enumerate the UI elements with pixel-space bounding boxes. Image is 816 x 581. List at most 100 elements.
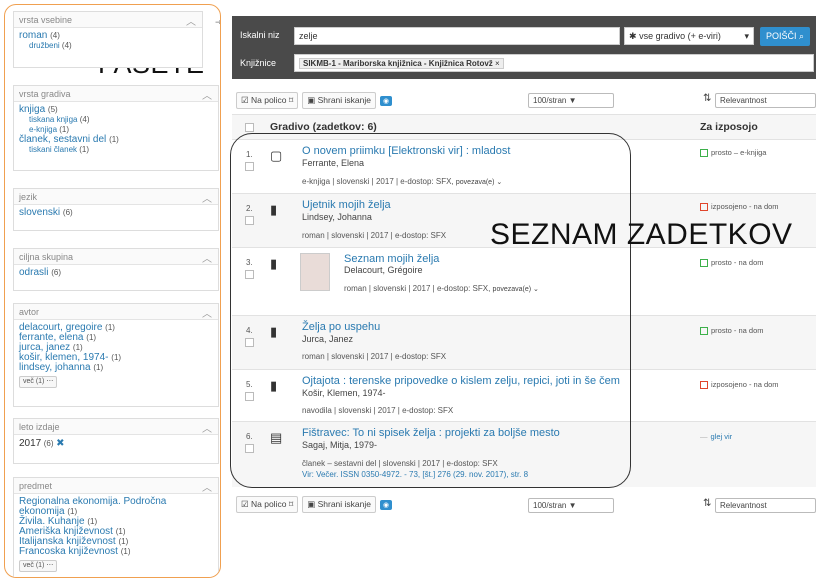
sort-select[interactable]: Relevantnost bbox=[715, 93, 816, 108]
more-button[interactable]: več (1) ⋯ bbox=[19, 376, 58, 388]
facet-header[interactable]: leto izdaje ︿ bbox=[14, 419, 218, 435]
status-badge: izposojeno - na dom bbox=[700, 202, 779, 211]
search-input[interactable]: zelje bbox=[294, 27, 620, 45]
bookmark-icon: ⌑ bbox=[288, 95, 294, 105]
status-badge: prosto - na dom bbox=[700, 258, 764, 267]
facet-item-count: (6) bbox=[51, 268, 62, 277]
facet-item-count: (4) bbox=[79, 115, 90, 124]
chevron-up-icon[interactable]: ︿ bbox=[202, 190, 212, 205]
facet-item[interactable]: Francoska književnost (1) bbox=[19, 547, 213, 557]
status-text: izposojeno - na dom bbox=[711, 202, 779, 211]
status-badge[interactable]: — glej vir bbox=[700, 432, 732, 441]
facet-item-label[interactable]: članek, sestavni del bbox=[19, 134, 106, 145]
facet-title: jezik bbox=[19, 192, 38, 202]
remove-filter-icon[interactable]: ✖ bbox=[56, 438, 64, 449]
chevron-up-icon[interactable]: ︿ bbox=[202, 420, 212, 435]
save-search-button[interactable]: ▣ Shrani iskanje bbox=[302, 496, 376, 513]
facet-subitem[interactable]: tiskani članek (1) bbox=[19, 145, 213, 155]
library-filter-input[interactable]: SIKMB-1 - Mariborska knjižnica - Knjižni… bbox=[294, 54, 814, 72]
facet-item-count: (1) bbox=[115, 527, 126, 536]
status-text: prosto - na dom bbox=[711, 258, 764, 267]
chevron-up-icon[interactable]: ︿ bbox=[186, 13, 196, 28]
facet-header[interactable]: vrsta vsebine ︿ bbox=[14, 12, 202, 28]
sort-select[interactable]: Relevantnost bbox=[715, 498, 816, 513]
facet-item-label[interactable]: tiskani članek bbox=[29, 145, 77, 154]
toolbar-bottom: ☑ Na polico ⌑ ▣ Shrani iskanje ◉ bbox=[236, 496, 393, 513]
facet-title: vrsta gradiva bbox=[19, 89, 71, 99]
more-button[interactable]: več (1) ⋯ bbox=[19, 560, 58, 572]
facets-sidebar: FASETE vrsta vsebine︿ roman (4) družbeni… bbox=[4, 4, 221, 578]
rss-icon[interactable]: ◉ bbox=[379, 95, 393, 106]
rss-icon[interactable]: ◉ bbox=[379, 499, 393, 510]
facet-header[interactable]: ciljna skupina ︿ bbox=[14, 249, 218, 265]
search-bar: Iskalni niz zelje ✱ vse gradivo (+ e-vir… bbox=[232, 16, 816, 79]
library-tag-label: SIKMB-1 - Mariborska knjižnica - Knjižni… bbox=[303, 59, 493, 68]
facet-header[interactable]: jezik ︿ bbox=[14, 189, 218, 205]
facet-item-count: (1) bbox=[59, 125, 70, 134]
add-to-shelf-button[interactable]: ☑ Na polico ⌑ bbox=[236, 496, 299, 513]
facet-item[interactable]: roman (4) bbox=[19, 31, 197, 41]
facet-item[interactable]: knjiga (5) bbox=[19, 105, 213, 115]
facet-item-label[interactable]: družbeni bbox=[29, 41, 60, 50]
facet-item-count: (5) bbox=[47, 105, 58, 114]
search-label: Iskalni niz bbox=[240, 30, 280, 40]
search-button[interactable]: POIŠČI ⌕ bbox=[760, 27, 811, 46]
facet-item-count: (1) bbox=[86, 333, 97, 342]
facet-item-count: (6) bbox=[43, 439, 54, 448]
status-icon bbox=[700, 326, 708, 335]
facet-year: leto izdaje ︿ 2017 (6) ✖ bbox=[13, 418, 219, 464]
save-search-button[interactable]: ▣ Shrani iskanje bbox=[302, 92, 376, 109]
facet-item-label[interactable]: slovenski bbox=[19, 207, 60, 218]
add-to-shelf-button[interactable]: ☑ Na polico ⌑ bbox=[236, 92, 299, 109]
facet-title: avtor bbox=[19, 307, 40, 317]
status-badge: prosto - na dom bbox=[700, 326, 764, 335]
add-to-shelf-label: Na polico bbox=[251, 95, 287, 105]
facet-item-count: (1) bbox=[111, 353, 122, 362]
scope-select[interactable]: ✱ vse gradivo (+ e-viri) ▾ bbox=[624, 27, 754, 45]
facet-item-count: (1) bbox=[72, 343, 83, 352]
asterisk-icon: ✱ bbox=[629, 31, 637, 41]
results-annotation-label: SEZNAM ZADETKOV bbox=[490, 218, 793, 251]
checkbox-icon: ☑ bbox=[241, 95, 249, 105]
facet-item-count: (4) bbox=[50, 31, 60, 40]
facet-item[interactable]: odrasli (6) bbox=[19, 268, 213, 278]
caret-down-icon: ▾ bbox=[744, 31, 749, 41]
collapse-sidebar-icon[interactable]: ⇥ bbox=[215, 17, 220, 28]
chevron-up-icon[interactable]: ︿ bbox=[202, 479, 212, 494]
facet-item[interactable]: lindsey, johanna (1) bbox=[19, 363, 213, 373]
facet-item-label[interactable]: roman bbox=[19, 30, 47, 41]
facet-header[interactable]: avtor ︿ bbox=[14, 304, 218, 320]
chevron-up-icon[interactable]: ︿ bbox=[202, 305, 212, 320]
facet-item-count: (1) bbox=[67, 507, 78, 516]
chevron-up-icon[interactable]: ︿ bbox=[202, 87, 212, 102]
chevron-up-icon[interactable]: ︿ bbox=[202, 250, 212, 265]
facet-item-label[interactable]: e-knjiga bbox=[29, 125, 57, 134]
facet-header[interactable]: vrsta gradiva ︿ bbox=[14, 86, 218, 102]
facet-subitem[interactable]: družbeni (4) bbox=[19, 41, 197, 51]
facet-item[interactable]: članek, sestavni del (1) bbox=[19, 135, 213, 145]
results-title: Gradivo (zadetkov: 6) bbox=[270, 121, 377, 133]
facet-subitem[interactable]: tiskana knjiga (4) bbox=[19, 115, 213, 125]
facet-item[interactable]: slovenski (6) bbox=[19, 208, 213, 218]
facet-item-label[interactable]: odrasli bbox=[19, 267, 48, 278]
facet-content-type: vrsta vsebine ︿ roman (4) družbeni (4) bbox=[13, 11, 203, 68]
status-text[interactable]: glej vir bbox=[711, 432, 733, 441]
status-text: izposojeno - na dom bbox=[711, 380, 779, 389]
select-all-checkbox[interactable] bbox=[245, 123, 254, 132]
facet-item-label[interactable]: Regionalna ekonomija. Področna ekonomija bbox=[19, 496, 166, 517]
facet-item-label[interactable]: knjiga bbox=[19, 104, 45, 115]
facet-item-label[interactable]: Francoska književnost bbox=[19, 546, 118, 557]
remove-tag-icon[interactable]: × bbox=[495, 59, 500, 68]
facet-item-label[interactable]: lindsey, johanna bbox=[19, 362, 91, 373]
status-icon bbox=[700, 148, 708, 157]
toolbar-top: ☑ Na polico ⌑ ▣ Shrani iskanje ◉ bbox=[236, 92, 393, 109]
facet-language: jezik ︿ slovenski (6) bbox=[13, 188, 219, 231]
facet-item-label[interactable]: tiskana knjiga bbox=[29, 115, 77, 124]
per-page-select[interactable]: 100/stran ▼ bbox=[528, 498, 614, 513]
facet-author: avtor ︿ delacourt, gregoire (1) ferrante,… bbox=[13, 303, 219, 407]
facet-item[interactable]: Regionalna ekonomija. Področna ekonomija… bbox=[19, 497, 213, 517]
facet-subject: predmet ︿ Regionalna ekonomija. Področna … bbox=[13, 477, 219, 577]
per-page-select[interactable]: 100/stran ▼ bbox=[528, 93, 614, 108]
facet-header[interactable]: predmet ︿ bbox=[14, 478, 218, 494]
facet-item-count: (1) bbox=[87, 517, 98, 526]
